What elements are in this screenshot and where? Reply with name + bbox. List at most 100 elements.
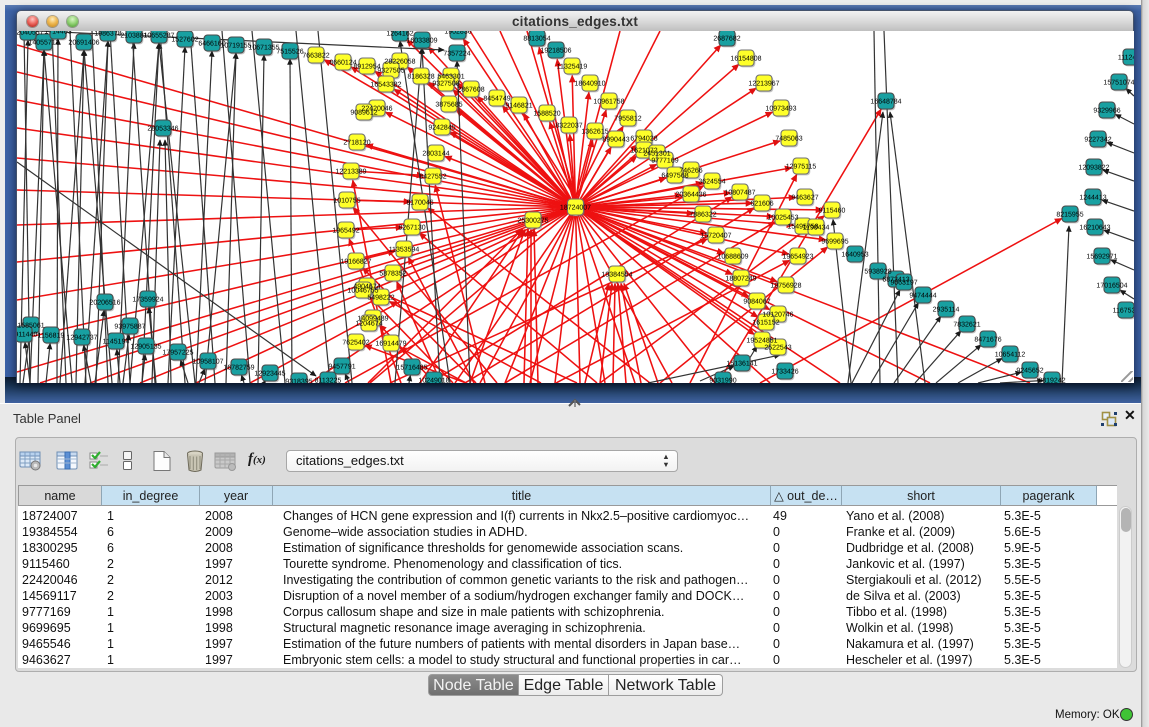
svg-text:8990443: 8990443 [602,137,629,144]
svg-text:9089612: 9089612 [350,110,377,117]
svg-text:10958107: 10958107 [192,359,223,366]
svg-text:16210643: 16210643 [1079,225,1110,232]
svg-text:1244413: 1244413 [1079,195,1106,202]
svg-text:10654112: 10654112 [995,352,1026,359]
svg-text:9457791: 9457791 [328,364,355,371]
svg-text:1733426: 1733426 [771,369,798,376]
svg-text:1965492: 1965492 [332,228,359,235]
svg-text:20691406: 20691406 [68,40,99,47]
svg-text:10961758: 10961758 [593,99,624,106]
svg-text:19166827: 19166827 [340,259,371,266]
svg-text:28053346: 28053346 [147,126,178,133]
svg-text:16782759: 16782759 [223,365,254,372]
svg-text:15720407: 15720407 [700,233,731,240]
svg-text:9115460: 9115460 [819,208,846,215]
svg-text:10719155: 10719155 [220,43,251,50]
svg-text:16543382: 16543382 [370,82,401,89]
svg-text:10655287: 10655287 [143,33,174,40]
svg-text:8813054: 8813054 [523,36,550,43]
svg-text:11353594: 11353594 [389,247,420,254]
svg-text:9327508: 9327508 [432,81,459,88]
svg-text:19218506: 19218506 [540,48,571,55]
svg-text:9699695: 9699695 [821,239,848,246]
svg-text:7663822: 7663822 [302,53,329,60]
svg-text:19524851: 19524851 [746,338,777,345]
svg-text:10120746: 10120746 [762,312,793,319]
svg-text:11325419: 11325419 [557,64,588,71]
svg-text:18807249: 18807249 [725,276,756,283]
svg-text:1902836: 1902836 [444,31,471,36]
svg-text:7832621: 7832621 [953,322,980,329]
svg-text:8267130: 8267130 [398,225,425,232]
svg-text:7625402: 7625402 [342,340,369,347]
svg-text:1156819: 1156819 [38,333,65,340]
svg-text:12040557: 12040557 [17,31,44,37]
svg-text:3875685: 3875685 [435,102,462,109]
svg-text:1527602: 1527602 [171,37,198,44]
svg-text:8113225: 8113225 [315,378,342,384]
svg-text:12923445: 12923445 [254,371,285,378]
svg-text:12213967: 12213967 [748,81,779,88]
svg-text:2803144: 2803144 [422,151,449,158]
svg-text:5878352: 5878352 [379,271,406,278]
svg-text:1167533: 1167533 [1113,308,1134,315]
svg-text:10046755: 10046755 [347,288,378,295]
svg-text:19384554: 19384554 [601,272,632,279]
svg-text:3911440: 3911440 [17,332,37,339]
svg-text:7485063: 7485063 [775,136,802,143]
svg-text:1112490: 1112490 [1118,55,1134,62]
svg-text:8427552: 8427552 [419,174,446,181]
svg-text:1585061: 1585061 [17,323,44,330]
svg-text:7357224: 7357224 [443,51,470,58]
svg-text:1190434: 1190434 [803,225,830,232]
svg-text:8186328: 8186328 [407,74,434,81]
svg-text:25300275: 25300275 [517,218,548,225]
svg-text:2935114: 2935114 [933,307,960,314]
svg-text:14055712: 14055712 [28,40,59,47]
svg-text:9327505: 9327505 [377,68,404,75]
svg-text:16914479: 16914479 [375,341,406,348]
svg-text:9063197: 9063197 [890,280,917,287]
svg-text:8322037: 8322037 [555,123,582,130]
svg-text:12942737: 12942737 [66,335,97,342]
svg-text:15751074: 15751074 [1103,80,1134,87]
svg-text:1714403: 1714403 [44,31,71,36]
svg-text:9146821: 9146821 [505,103,532,110]
svg-text:18640910: 18640910 [574,81,605,88]
svg-text:9777169: 9777169 [651,158,678,165]
svg-text:18724007: 18724007 [560,205,591,212]
svg-text:1362615: 1362615 [581,129,608,136]
svg-text:1145194: 1145194 [103,339,130,346]
svg-text:5498222: 5498222 [367,295,394,302]
svg-text:5463301: 5463301 [437,74,464,81]
svg-text:16154808: 16154808 [730,56,761,63]
svg-text:7886322: 7886322 [689,212,716,219]
svg-text:12975115: 12975115 [786,164,817,171]
svg-text:7955812: 7955812 [614,116,641,123]
svg-text:2867608: 2867608 [457,87,484,94]
svg-text:1204674: 1204674 [355,321,382,328]
svg-text:9084067: 9084067 [743,299,770,306]
svg-text:2522543: 2522543 [764,345,791,352]
svg-text:10671355: 10671355 [248,45,279,52]
svg-text:1640953: 1640953 [841,252,868,259]
svg-text:8454749: 8454749 [483,96,510,103]
svg-text:17016504: 17016504 [1096,283,1127,290]
svg-text:3624554: 3624554 [698,179,725,186]
svg-text:10973493: 10973493 [765,106,796,113]
svg-text:19756928: 19756928 [770,283,801,290]
svg-text:6794028: 6794028 [630,136,657,143]
svg-text:12905135: 12905135 [130,344,161,351]
svg-text:9245652: 9245652 [1016,368,1043,375]
svg-text:9227342: 9227342 [1084,137,1111,144]
svg-text:10807487: 10807487 [724,190,755,197]
svg-text:8215955: 8215955 [1056,212,1083,219]
svg-text:16648784: 16648784 [870,99,901,106]
svg-text:20206516: 20206516 [89,300,120,307]
svg-text:17957225: 17957225 [162,350,193,357]
svg-text:1986378: 1986378 [94,31,121,38]
svg-text:93975887: 93975887 [114,324,145,331]
svg-text:8170046: 8170046 [406,200,433,207]
svg-text:15716485: 15716485 [396,365,427,372]
svg-text:28226058: 28226058 [384,59,415,66]
